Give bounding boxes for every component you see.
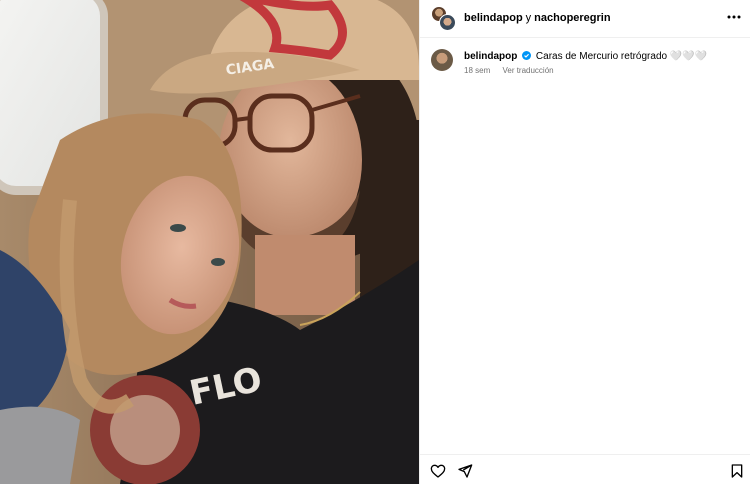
username-link-2[interactable]: nachoperegrin xyxy=(534,12,610,24)
collab-avatars[interactable] xyxy=(431,6,456,31)
post-time[interactable]: 18 sem xyxy=(464,66,490,75)
collab-title: belindapop y nachoperegrin xyxy=(464,12,611,24)
instagram-post: FLO K CIAGA xyxy=(0,0,750,484)
post-sidebar: belindapop y nachoperegrin belindapop Cara… xyxy=(419,0,750,484)
post-header: belindapop y nachoperegrin xyxy=(420,0,750,38)
see-translation-link[interactable]: Ver traducción xyxy=(502,66,553,75)
caption-avatar[interactable] xyxy=(431,49,453,71)
caption-username[interactable]: belindapop xyxy=(464,51,517,62)
caption-meta: 18 sem Ver traducción xyxy=(464,66,554,75)
username-link-1[interactable]: belindapop xyxy=(464,12,523,24)
joiner-text: y xyxy=(525,12,532,24)
photo-illustration: FLO K CIAGA xyxy=(0,0,419,484)
post-photo[interactable]: FLO K CIAGA xyxy=(0,0,419,484)
caption-text: belindapop Caras de Mercurio retrógrado … xyxy=(464,51,707,62)
bookmark-icon[interactable] xyxy=(729,463,745,479)
more-horizontal-icon[interactable] xyxy=(725,8,743,26)
avatar-nachoperegrin[interactable] xyxy=(439,14,456,31)
verified-badge-icon xyxy=(522,51,532,60)
action-bar xyxy=(420,454,750,484)
caption-body: Caras de Mercurio retrógrado 🤍🤍🤍 xyxy=(535,51,708,62)
paper-plane-icon[interactable] xyxy=(457,463,473,479)
heart-icon[interactable] xyxy=(430,463,446,479)
